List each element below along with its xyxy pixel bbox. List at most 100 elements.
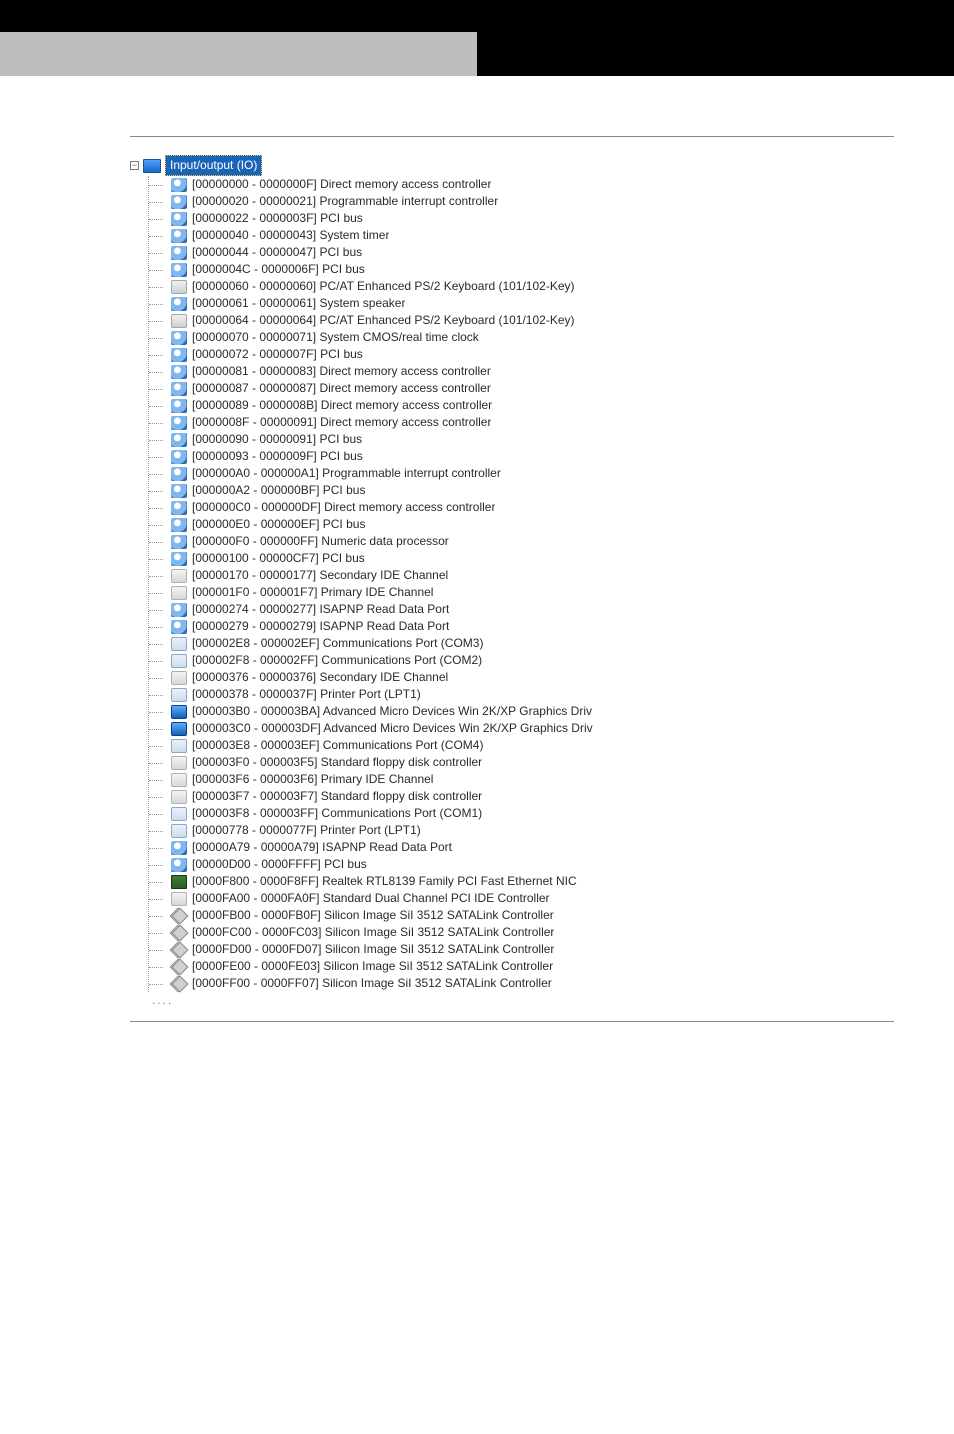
expander-minus-icon[interactable]: − xyxy=(130,161,139,170)
tree-node[interactable]: [00000000 - 0000000F] Direct memory acce… xyxy=(149,176,894,193)
scsi-controller-icon xyxy=(171,960,187,974)
tree-node[interactable]: [00000064 - 00000064] PC/AT Enhanced PS/… xyxy=(149,312,894,329)
device-generic-icon xyxy=(171,450,187,464)
io-category-icon xyxy=(143,159,161,173)
tree-node[interactable]: [000003E8 - 000003EF] Communications Por… xyxy=(149,737,894,754)
tree-node[interactable]: [0000FE00 - 0000FE03] Silicon Image SiI … xyxy=(149,958,894,975)
tree-node[interactable]: [00000061 - 00000061] System speaker xyxy=(149,295,894,312)
tree-node[interactable]: [000001F0 - 000001F7] Primary IDE Channe… xyxy=(149,584,894,601)
tree-node[interactable]: [000003F8 - 000003FF] Communications Por… xyxy=(149,805,894,822)
tree-node[interactable]: [000002E8 - 000002EF] Communications Por… xyxy=(149,635,894,652)
tree-node-label: [00000093 - 0000009F] PCI bus xyxy=(192,448,363,465)
serial-port-icon xyxy=(171,824,187,838)
tree-node[interactable]: [0000FF00 - 0000FF07] Silicon Image SiI … xyxy=(149,975,894,992)
tree-node[interactable]: [0000004C - 0000006F] PCI bus xyxy=(149,261,894,278)
network-adapter-icon xyxy=(171,875,187,889)
tree-node[interactable]: [0000FC00 - 0000FC03] Silicon Image SiI … xyxy=(149,924,894,941)
tree-node-label: [000001F0 - 000001F7] Primary IDE Channe… xyxy=(192,584,433,601)
tree-node[interactable]: [00000279 - 00000279] ISAPNP Read Data P… xyxy=(149,618,894,635)
device-generic-icon xyxy=(171,365,187,379)
tree-node[interactable]: [000000C0 - 000000DF] Direct memory acce… xyxy=(149,499,894,516)
tree-node[interactable]: [00000081 - 00000083] Direct memory acce… xyxy=(149,363,894,380)
tree-node[interactable]: [000003F7 - 000003F7] Standard floppy di… xyxy=(149,788,894,805)
scsi-controller-icon xyxy=(171,909,187,923)
tree-node[interactable]: [00000087 - 00000087] Direct memory acce… xyxy=(149,380,894,397)
tree-node[interactable]: [000003F6 - 000003F6] Primary IDE Channe… xyxy=(149,771,894,788)
tree-node[interactable]: [000000F0 - 000000FF] Numeric data proce… xyxy=(149,533,894,550)
tree-node[interactable]: [00000060 - 00000060] PC/AT Enhanced PS/… xyxy=(149,278,894,295)
device-generic-icon xyxy=(171,212,187,226)
serial-port-icon xyxy=(171,739,187,753)
tree-node[interactable]: [00000778 - 0000077F] Printer Port (LPT1… xyxy=(149,822,894,839)
tree-node[interactable]: [00000020 - 00000021] Programmable inter… xyxy=(149,193,894,210)
tree-node-label: [0000F800 - 0000F8FF] Realtek RTL8139 Fa… xyxy=(192,873,577,890)
tree-root[interactable]: − Input/output (IO) xyxy=(130,155,894,176)
tree-node-label: [00000090 - 00000091] PCI bus xyxy=(192,431,362,448)
tree-node[interactable]: [000000A2 - 000000BF] PCI bus xyxy=(149,482,894,499)
tree-node[interactable]: [000003C0 - 000003DF] Advanced Micro Dev… xyxy=(149,720,894,737)
tree-node-label: [000002F8 - 000002FF] Communications Por… xyxy=(192,652,482,669)
tree-node[interactable]: [00000170 - 00000177] Secondary IDE Chan… xyxy=(149,567,894,584)
tree-node-label: [000000E0 - 000000EF] PCI bus xyxy=(192,516,365,533)
tree-node-label: [00000100 - 00000CF7] PCI bus xyxy=(192,550,365,567)
scsi-controller-icon xyxy=(171,926,187,940)
tree-node[interactable]: [00000022 - 0000003F] PCI bus xyxy=(149,210,894,227)
tree-node[interactable]: [0000F800 - 0000F8FF] Realtek RTL8139 Fa… xyxy=(149,873,894,890)
tree-node[interactable]: [00000378 - 0000037F] Printer Port (LPT1… xyxy=(149,686,894,703)
tree-node-label: [000002E8 - 000002EF] Communications Por… xyxy=(192,635,483,652)
tree-node[interactable]: [0000008F - 00000091] Direct memory acce… xyxy=(149,414,894,431)
device-generic-icon xyxy=(171,841,187,855)
tree-node-label: [00000378 - 0000037F] Printer Port (LPT1… xyxy=(192,686,421,703)
storage-controller-icon xyxy=(171,892,187,906)
tree-node[interactable]: [00000070 - 00000071] System CMOS/real t… xyxy=(149,329,894,346)
tree-node-label: [0000FD00 - 0000FD07] Silicon Image SiI … xyxy=(192,941,554,958)
page-header xyxy=(0,0,954,76)
storage-controller-icon xyxy=(171,671,187,685)
tree-node-label: [0000004C - 0000006F] PCI bus xyxy=(192,261,365,278)
tree-node[interactable]: [00000044 - 00000047] PCI bus xyxy=(149,244,894,261)
tree-node[interactable]: [0000FD00 - 0000FD07] Silicon Image SiI … xyxy=(149,941,894,958)
device-generic-icon xyxy=(171,535,187,549)
tree-node[interactable]: [00000274 - 00000277] ISAPNP Read Data P… xyxy=(149,601,894,618)
tree-node[interactable]: [00000040 - 00000043] System timer xyxy=(149,227,894,244)
tree-node[interactable]: [0000FA00 - 0000FA0F] Standard Dual Chan… xyxy=(149,890,894,907)
tree-node-label: [00000022 - 0000003F] PCI bus xyxy=(192,210,363,227)
tree-node[interactable]: [000000E0 - 000000EF] PCI bus xyxy=(149,516,894,533)
tree-node-label: [00000081 - 00000083] Direct memory acce… xyxy=(192,363,491,380)
tree-node-label: [00000087 - 00000087] Direct memory acce… xyxy=(192,380,491,397)
tree-node-label: [000000A2 - 000000BF] PCI bus xyxy=(192,482,365,499)
tree-node[interactable]: [000002F8 - 000002FF] Communications Por… xyxy=(149,652,894,669)
device-generic-icon xyxy=(171,620,187,634)
tree-node-label: [0000008F - 00000091] Direct memory acce… xyxy=(192,414,491,431)
tree-node-label: [000003F0 - 000003F5] Standard floppy di… xyxy=(192,754,482,771)
tree-node-label: [00000279 - 00000279] ISAPNP Read Data P… xyxy=(192,618,449,635)
tree-node[interactable]: [00000A79 - 00000A79] ISAPNP Read Data P… xyxy=(149,839,894,856)
tree-node-label: [0000FF00 - 0000FF07] Silicon Image SiI … xyxy=(192,975,552,992)
tree-node[interactable]: [000003B0 - 000003BA] Advanced Micro Dev… xyxy=(149,703,894,720)
device-generic-icon xyxy=(171,229,187,243)
keyboard-icon xyxy=(171,314,187,328)
scsi-controller-icon xyxy=(171,943,187,957)
tree-node[interactable]: [000003F0 - 000003F5] Standard floppy di… xyxy=(149,754,894,771)
tree-node[interactable]: [00000100 - 00000CF7] PCI bus xyxy=(149,550,894,567)
tree-node-label: [00000D00 - 0000FFFF] PCI bus xyxy=(192,856,367,873)
tree-node[interactable]: [00000072 - 0000007F] PCI bus xyxy=(149,346,894,363)
device-generic-icon xyxy=(171,467,187,481)
tree-node[interactable]: [00000D00 - 0000FFFF] PCI bus xyxy=(149,856,894,873)
tree-node[interactable]: [00000376 - 00000376] Secondary IDE Chan… xyxy=(149,669,894,686)
header-top-bar xyxy=(0,0,954,32)
tree-node-label: [000000A0 - 000000A1] Programmable inter… xyxy=(192,465,501,482)
tree-node[interactable]: [00000089 - 0000008B] Direct memory acce… xyxy=(149,397,894,414)
serial-port-icon xyxy=(171,688,187,702)
device-generic-icon xyxy=(171,297,187,311)
tree-node[interactable]: [00000090 - 00000091] PCI bus xyxy=(149,431,894,448)
tree-node[interactable]: [0000FB00 - 0000FB0F] Silicon Image SiI … xyxy=(149,907,894,924)
device-generic-icon xyxy=(171,382,187,396)
device-generic-icon xyxy=(171,552,187,566)
tree-node-label: [00000070 - 00000071] System CMOS/real t… xyxy=(192,329,479,346)
device-generic-icon xyxy=(171,246,187,260)
tree-node[interactable]: [000000A0 - 000000A1] Programmable inter… xyxy=(149,465,894,482)
tree-node-label: [00000064 - 00000064] PC/AT Enhanced PS/… xyxy=(192,312,575,329)
tree-node[interactable]: [00000093 - 0000009F] PCI bus xyxy=(149,448,894,465)
display-adapter-icon xyxy=(171,705,187,719)
